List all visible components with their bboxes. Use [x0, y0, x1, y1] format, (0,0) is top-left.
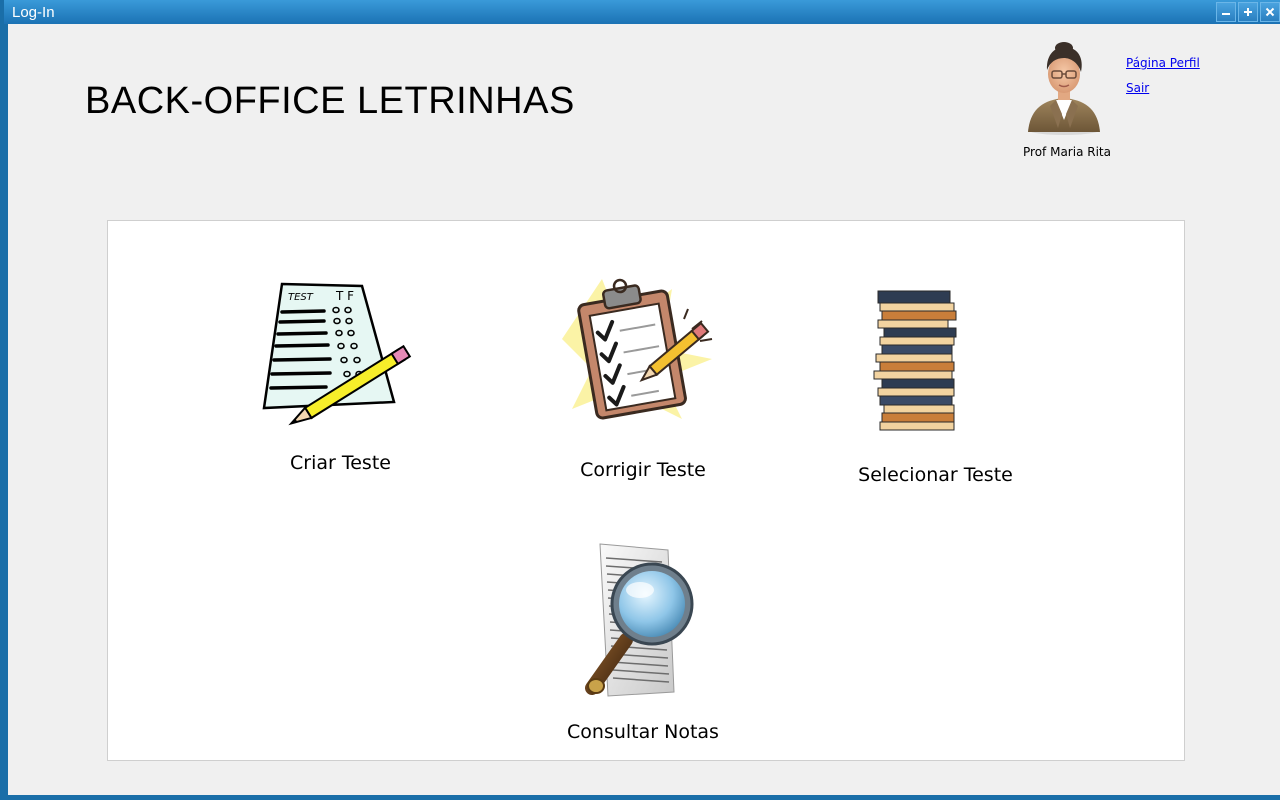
title-bar[interactable]: Log-In	[4, 0, 1280, 24]
window-title: Log-In	[12, 4, 55, 21]
test-sheet-pencil-icon: TEST T F	[262, 282, 412, 426]
document-magnifier-icon	[585, 543, 694, 697]
minimize-icon	[1222, 13, 1230, 15]
user-name: Prof Maria Rita	[1023, 145, 1111, 159]
close-icon	[1265, 7, 1275, 17]
app-window: Log-In BACK-OFFICE LETRINHAS Prof Maria …	[0, 0, 1280, 800]
client-area: BACK-OFFICE LETRINHAS Prof Maria Rita Pá…	[8, 24, 1280, 795]
maximize-button[interactable]	[1238, 2, 1258, 22]
menu-panel: TEST T F Criar Teste Corrigir Teste Sele…	[107, 220, 1185, 761]
page-title: BACK-OFFICE LETRINHAS	[85, 80, 575, 122]
window-controls	[1216, 2, 1280, 22]
view-grades-tile[interactable]: Consultar Notas	[538, 539, 738, 754]
logout-link[interactable]: Sair	[1126, 81, 1149, 95]
minimize-button[interactable]	[1216, 2, 1236, 22]
user-avatar-icon	[1028, 42, 1100, 135]
view-grades-label: Consultar Notas	[567, 721, 719, 743]
select-test-tile[interactable]: Selecionar Teste	[848, 286, 1038, 501]
correct-test-tile[interactable]: Corrigir Teste	[538, 269, 748, 494]
correct-test-label: Corrigir Teste	[580, 459, 706, 481]
svg-text:TEST: TEST	[288, 292, 314, 303]
select-test-label: Selecionar Teste	[858, 464, 1013, 486]
book-stack-icon	[873, 290, 957, 431]
create-test-label: Criar Teste	[290, 452, 391, 474]
close-button[interactable]	[1260, 2, 1280, 22]
clipboard-checklist-icon	[562, 278, 713, 420]
svg-text:T F: T F	[335, 289, 354, 303]
maximize-icon	[1244, 8, 1252, 16]
profile-page-link[interactable]: Página Perfil	[1126, 56, 1200, 70]
create-test-tile[interactable]: TEST T F Criar Teste	[228, 276, 428, 486]
